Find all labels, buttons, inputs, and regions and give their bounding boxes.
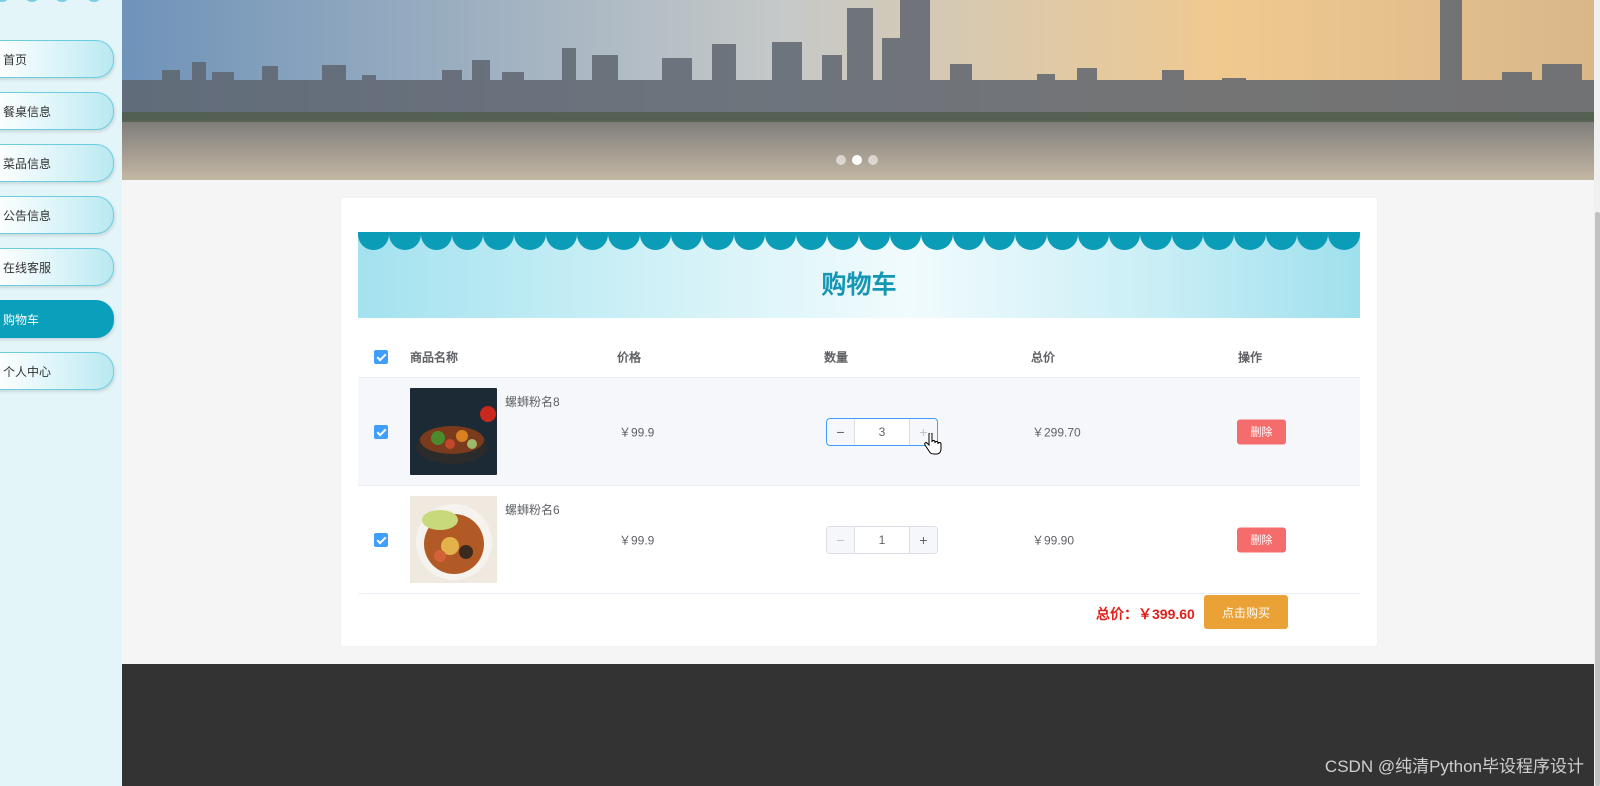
quantity-stepper[interactable]: − 1 + [826,525,938,554]
carousel-dot[interactable] [836,155,846,165]
sidebar-item-support[interactable]: 在线客服 [0,248,114,286]
sidebar: 首页 餐桌信息 菜品信息 公告信息 在线客服 购物车 个人中心 [0,0,122,786]
grand-total-value: ￥399.60 [1138,606,1195,622]
page-title: 购物车 [821,271,897,299]
scallop-decoration [358,232,1360,250]
sidebar-item-tables[interactable]: 餐桌信息 [0,92,114,130]
product-price: ￥99.9 [619,425,655,439]
city-skyline-image [122,0,1594,180]
product-price: ￥99.9 [619,533,655,547]
product-name: 螺蛳粉名6 [505,503,560,517]
sidebar-item-label: 餐桌信息 [3,104,52,119]
sidebar-item-label: 个人中心 [3,364,52,379]
product-name: 螺蛳粉名8 [505,395,560,409]
column-header-action: 操作 [1238,350,1263,364]
sidebar-decoration [0,0,122,4]
cart-card: 购物车 商品名称 价格 数量 总价 操作 螺蛳粉名8 ￥99.9 − 3 + ￥… [341,198,1377,646]
column-header-price: 价格 [617,350,642,364]
carousel-indicators [836,155,878,165]
row-checkbox[interactable] [374,425,388,439]
decrease-button[interactable]: − [827,526,855,553]
cart-table: 商品名称 价格 数量 总价 操作 螺蛳粉名8 ￥99.9 − 3 + ￥299.… [358,336,1360,594]
watermark: CSDN @纯清Python毕设程序设计 [1324,757,1584,776]
sidebar-item-home[interactable]: 首页 [0,40,114,78]
sidebar-item-cart[interactable]: 购物车 [0,300,114,338]
banner-carousel[interactable] [122,0,1594,180]
carousel-dot[interactable] [868,155,878,165]
sidebar-item-label: 首页 [3,52,28,67]
product-image [410,388,497,475]
sidebar-item-announcements[interactable]: 公告信息 [0,196,114,234]
row-total: ￥99.90 [1032,533,1075,547]
grand-total-label: 总价： [1096,606,1138,622]
table-header: 商品名称 价格 数量 总价 操作 [358,336,1360,378]
row-total: ￥299.70 [1032,425,1081,439]
increase-button[interactable]: + [909,526,937,553]
cart-header: 购物车 [358,232,1360,318]
sidebar-item-profile[interactable]: 个人中心 [0,352,114,390]
sidebar-item-label: 公告信息 [3,208,52,223]
quantity-input[interactable]: 1 [855,527,909,553]
carousel-dot-active[interactable] [852,155,862,165]
row-checkbox[interactable] [374,533,388,547]
column-header-quantity: 数量 [824,350,849,364]
quantity-input[interactable]: 3 [855,419,909,445]
column-header-name: 商品名称 [410,350,459,364]
sidebar-item-label: 在线客服 [3,260,52,275]
hand-cursor-icon [924,433,942,455]
scrollbar-thumb[interactable] [1595,212,1600,786]
sidebar-item-label: 菜品信息 [3,156,52,171]
table-row: 螺蛳粉名6 ￥99.9 − 1 + ￥99.90 删除 [358,486,1360,594]
select-all-checkbox[interactable] [374,350,388,364]
delete-button[interactable]: 删除 [1237,419,1286,444]
quantity-stepper[interactable]: − 3 + [826,417,938,446]
column-header-total: 总价 [1031,350,1056,364]
sidebar-item-dishes[interactable]: 菜品信息 [0,144,114,182]
product-image [410,496,497,583]
sidebar-item-label: 购物车 [3,312,40,327]
decrease-button[interactable]: − [827,418,855,445]
table-row: 螺蛳粉名8 ￥99.9 − 3 + ￥299.70 删除 [358,378,1360,486]
buy-button[interactable]: 点击购买 [1204,595,1288,629]
grand-total: 总价：￥399.60 [1096,604,1195,624]
delete-button[interactable]: 删除 [1237,527,1286,552]
